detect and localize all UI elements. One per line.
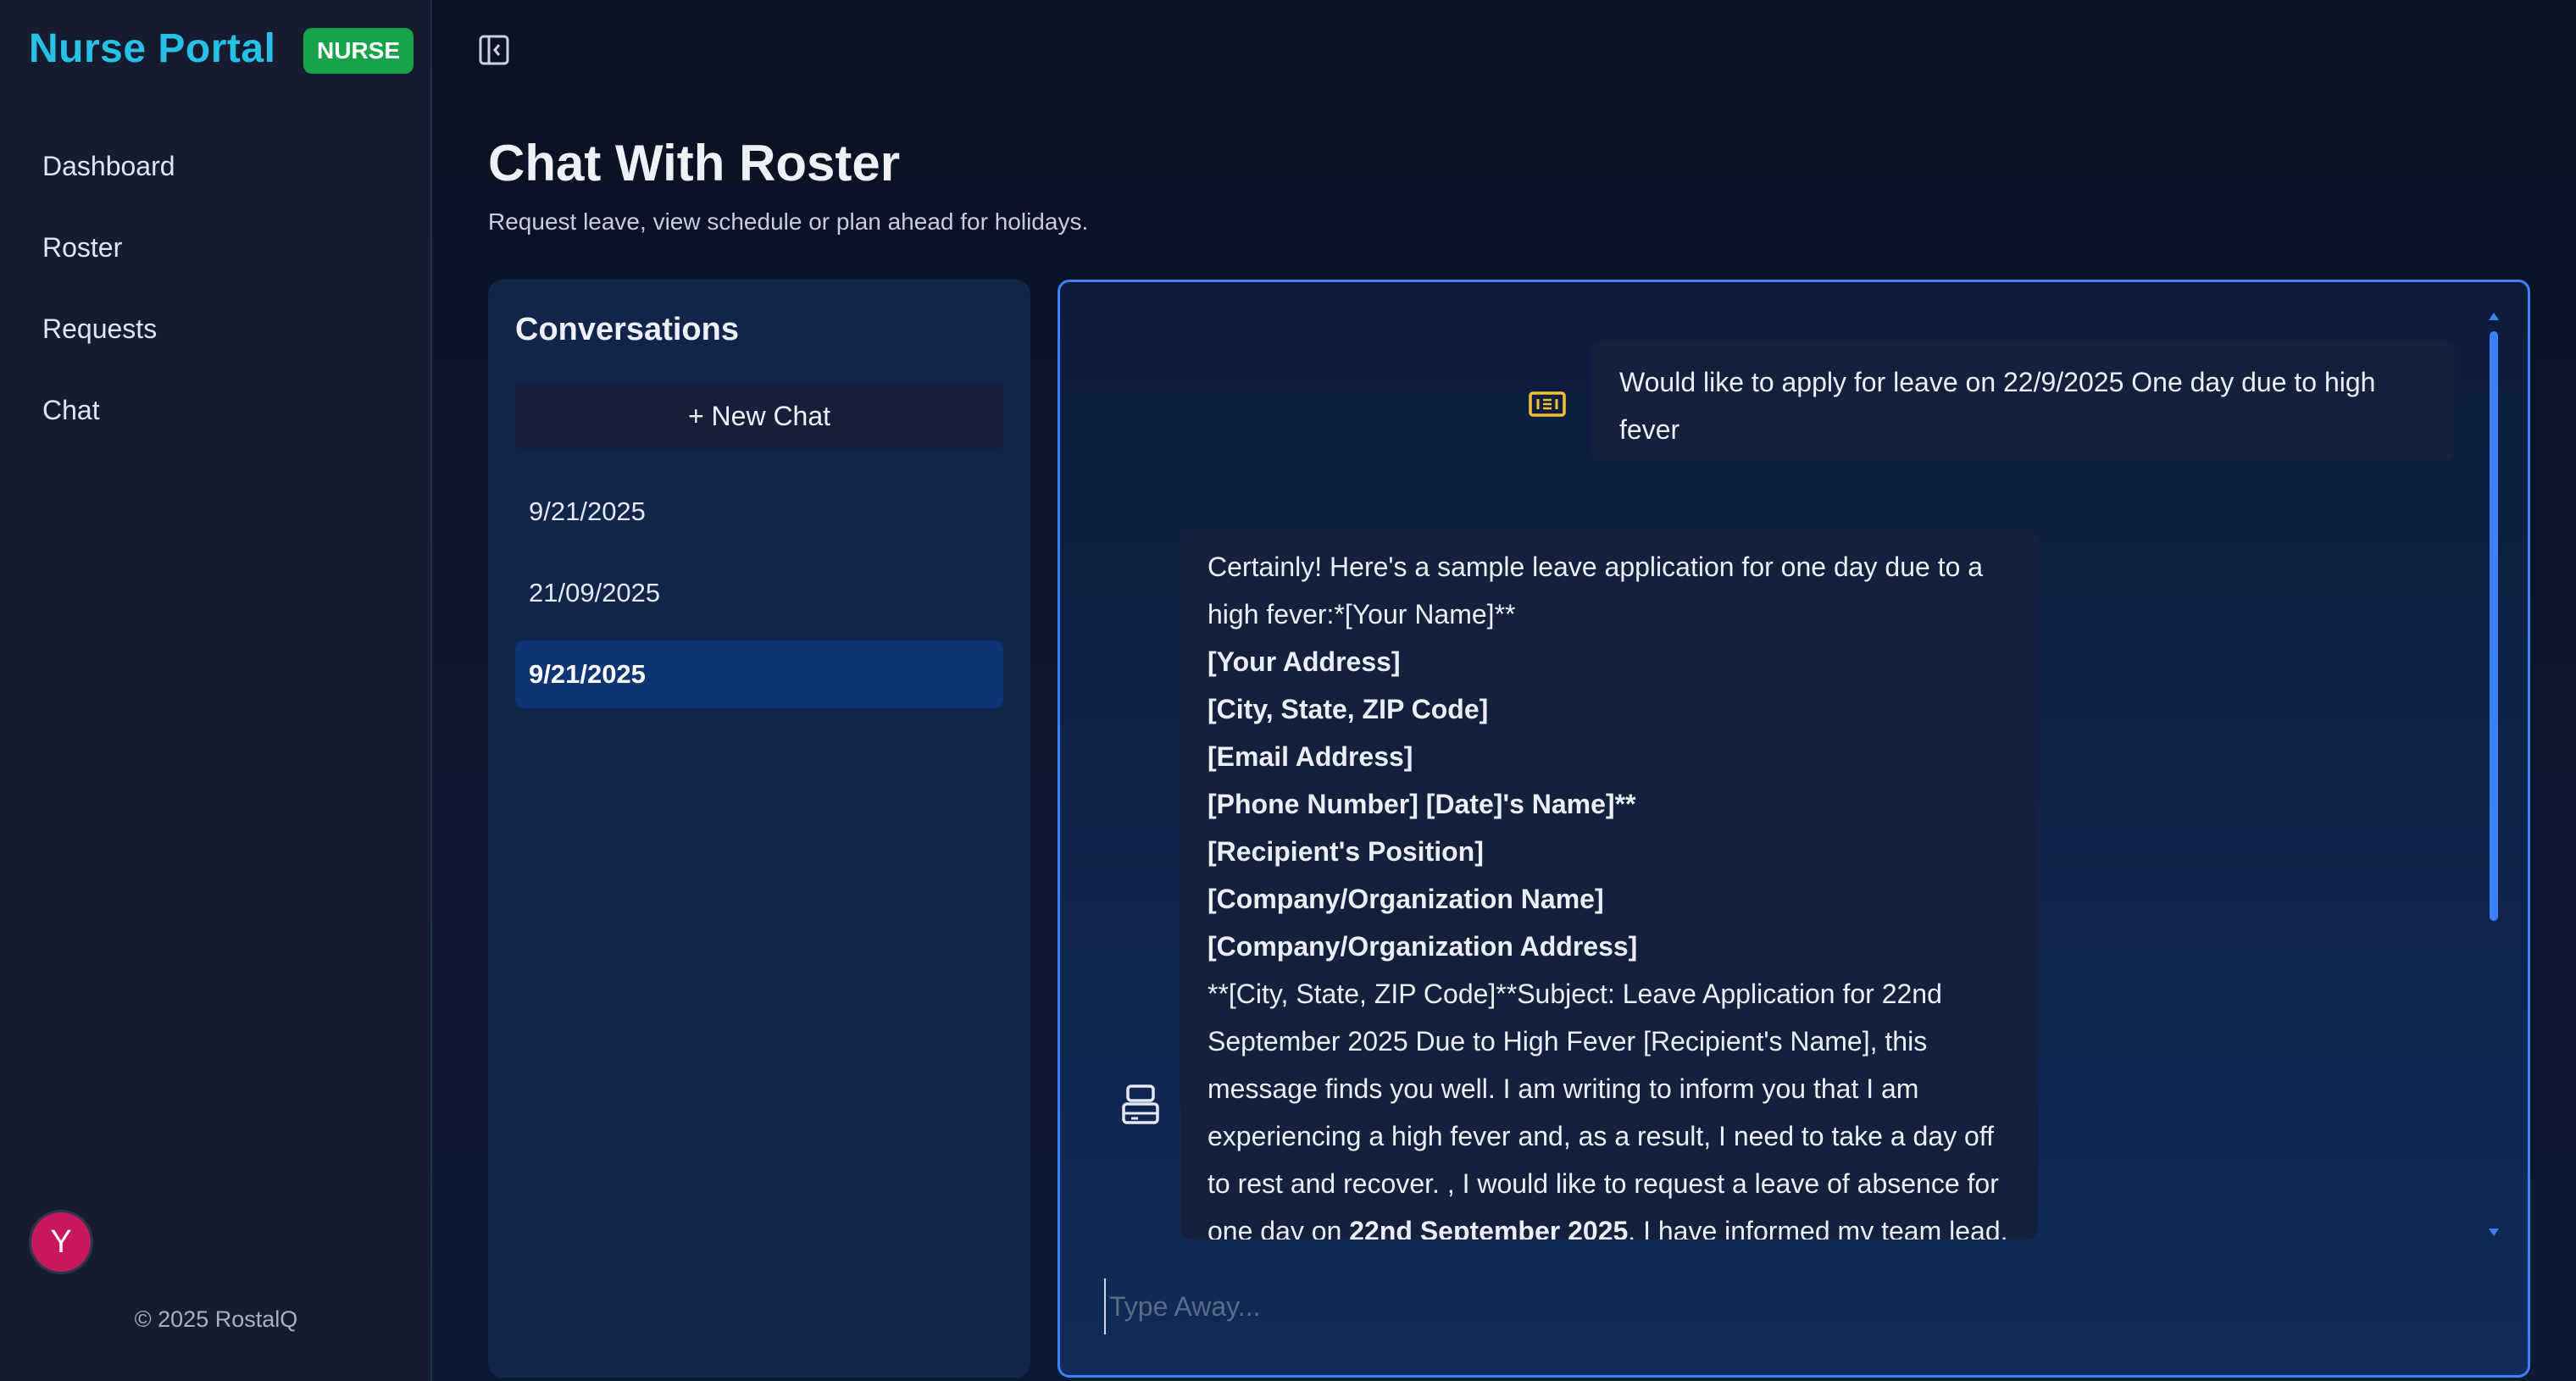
conversation-item[interactable]: 9/21/2025	[515, 478, 1003, 546]
scroll-thumb[interactable]	[2490, 331, 2498, 921]
bot-message-line: [Recipient's Position]	[1208, 836, 1484, 867]
sidebar-item-chat[interactable]: Chat	[42, 395, 100, 426]
bot-message-line: [City, State, ZIP Code]	[1208, 694, 1489, 724]
bot-icon	[1121, 1084, 1160, 1126]
page-title: Chat With Roster	[488, 135, 901, 191]
user-card-icon	[1528, 387, 1567, 421]
bot-message-line: [Company/Organization Name]	[1208, 884, 1604, 914]
conversation-item[interactable]: 21/09/2025	[515, 559, 1003, 627]
scroll-down-arrow-icon[interactable]	[2489, 1228, 2499, 1236]
page-subtitle: Request leave, view schedule or plan ahe…	[488, 208, 1089, 235]
copyright-text: © 2025 RostalQ	[134, 1306, 298, 1332]
bot-message-line: [Phone Number] [Date]'s Name]**	[1208, 789, 1636, 819]
bot-message: Certainly! Here's a sample leave applica…	[1180, 530, 2038, 1240]
sidebar-toggle-button[interactable]	[476, 32, 512, 68]
role-badge: NURSE	[303, 28, 414, 74]
sidebar: Nurse Portal NURSE Dashboard Roster Requ…	[0, 0, 432, 1381]
chat-scrollbar[interactable]	[2489, 313, 2499, 1236]
bot-message-body: **[City, State, ZIP Code]**Subject: Leav…	[1208, 979, 1999, 1240]
sidebar-item-dashboard[interactable]: Dashboard	[42, 151, 175, 182]
sidebar-item-requests[interactable]: Requests	[42, 313, 157, 345]
bot-message-line: [Email Address]	[1208, 741, 1413, 772]
sidebar-toggle-icon	[479, 35, 509, 65]
conversation-item-active[interactable]: 9/21/2025	[515, 641, 1003, 708]
bot-message-line: [Your Address]	[1208, 646, 1401, 677]
chat-panel: Would like to apply for leave on 22/9/20…	[1058, 280, 2530, 1378]
chat-input[interactable]	[1104, 1278, 2467, 1334]
bot-message-date: 22nd September 2025	[1349, 1216, 1629, 1240]
brand-title[interactable]: Nurse Portal	[29, 25, 275, 72]
bot-message-intro: Certainly! Here's a sample leave applica…	[1208, 552, 1984, 629]
conversations-title: Conversations	[515, 312, 739, 347]
avatar[interactable]: Y	[29, 1210, 93, 1274]
scroll-up-arrow-icon[interactable]	[2489, 313, 2499, 320]
sidebar-item-roster[interactable]: Roster	[42, 232, 122, 263]
conversations-panel: Conversations + New Chat 9/21/2025 21/09…	[488, 280, 1030, 1378]
new-chat-button[interactable]: + New Chat	[515, 383, 1003, 449]
bot-message-tail: . I have informed my team lead,	[1628, 1216, 2008, 1240]
user-message: Would like to apply for leave on 22/9/20…	[1591, 341, 2455, 462]
bot-message-line: [Company/Organization Address]	[1208, 931, 1638, 962]
